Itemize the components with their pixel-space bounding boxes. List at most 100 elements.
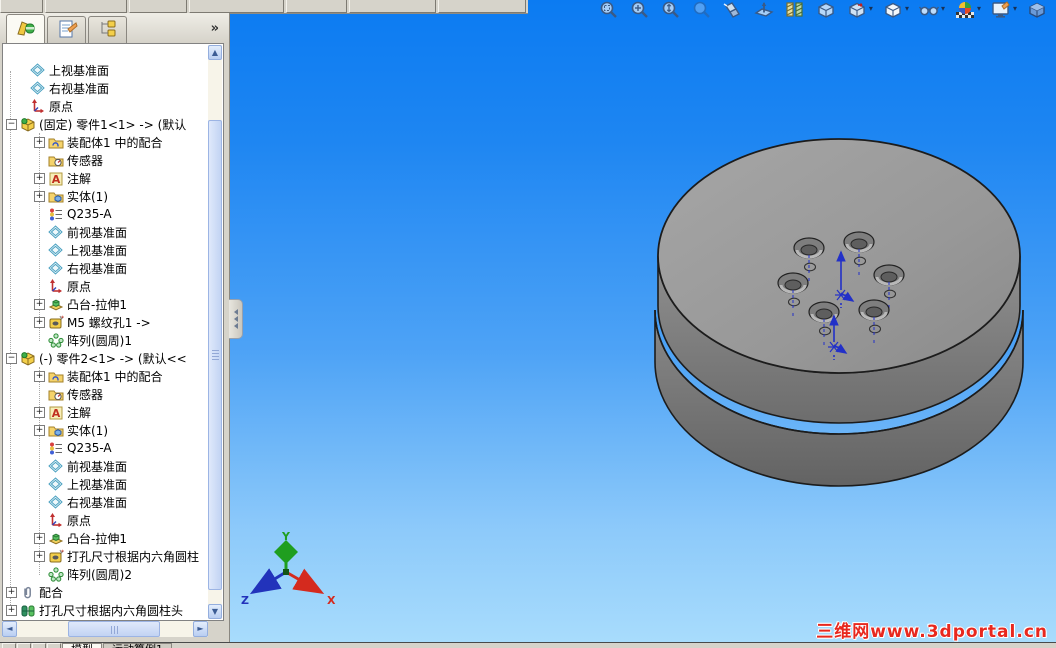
circular-pattern-icon [48, 566, 64, 582]
expand-toggle[interactable]: + [34, 190, 45, 202]
toolbar-button[interactable]: 普通设计 [348, 0, 437, 13]
tree-item[interactable]: + 配合 [3, 583, 208, 601]
tab-scroll-button[interactable]: ‹ [17, 643, 31, 648]
toolbar-button[interactable]: 草图工具 [44, 0, 127, 13]
tree-item[interactable]: + * M5 螺纹孔1 -> [3, 313, 208, 331]
tree-item[interactable]: 右视基准面 [3, 79, 208, 97]
flashlight-icon[interactable] [722, 0, 744, 21]
tab-scroll-button[interactable]: » [47, 643, 61, 648]
dropdown-arrow-icon[interactable]: ▾ [941, 0, 945, 18]
expand-toggle[interactable]: + [6, 586, 17, 598]
tree-item[interactable]: + 凸台-拉伸1 [3, 295, 208, 313]
hole-wizard-icon: * [48, 549, 64, 564]
display-state-icon[interactable]: ▾ [846, 0, 873, 21]
expand-toggle[interactable]: + [34, 532, 45, 544]
tree-item[interactable]: 原点 [3, 97, 208, 115]
tree-item[interactable]: − (-) 零件2<1> -> (默认<< [3, 349, 208, 367]
top-toolbar: 布局 草图工具 评估 分析工具集 电气 普通设计 高级设计 [0, 0, 528, 14]
tree-item[interactable]: + 实体(1) [3, 421, 208, 439]
hide-show-items-icon[interactable]: ▾ [918, 0, 945, 21]
zoom-to-fit-icon[interactable] [598, 0, 620, 21]
toolbar-button[interactable]: 分析工具集 [189, 0, 285, 13]
dropdown-arrow-icon[interactable]: ▾ [1013, 0, 1017, 18]
expand-toggle[interactable]: − [6, 352, 17, 364]
normal-to-icon[interactable] [753, 0, 775, 21]
tree-item[interactable]: − (固定) 零件1<1> -> (默认 [3, 115, 208, 133]
tree-item-label: 打孔尺寸根据内六角圆柱头 [39, 603, 184, 618]
tree-item[interactable]: + 装配体1 中的配合 [3, 133, 208, 151]
svg-text:*: * [61, 315, 64, 322]
tree-item-label: Q235-A [67, 441, 112, 455]
tab-scroll-button[interactable]: › [32, 643, 46, 648]
scroll-down-arrow[interactable]: ▼ [208, 604, 222, 619]
expand-toggle[interactable]: + [34, 424, 45, 436]
tree-horizontal-scrollbar[interactable]: ◄ ► [2, 621, 208, 637]
tab-model[interactable]: 模型 [62, 643, 102, 648]
tab-scroll-button[interactable]: « [2, 643, 16, 648]
tree-item[interactable]: 上视基准面 [3, 241, 208, 259]
zoom-to-selection-icon[interactable] [691, 0, 713, 21]
scroll-up-arrow[interactable]: ▲ [208, 45, 222, 60]
dropdown-arrow-icon[interactable]: ▾ [905, 0, 909, 18]
expand-toggle[interactable]: + [34, 172, 45, 184]
view-orientation-cube-icon[interactable] [815, 0, 837, 21]
toolbar-button[interactable]: 评估 [128, 0, 188, 13]
toolbar-button[interactable]: 高级设计 [438, 0, 527, 13]
expand-toggle[interactable]: + [34, 406, 45, 418]
tree-item[interactable]: 前视基准面 [3, 457, 208, 475]
expand-toggle[interactable]: + [34, 316, 45, 328]
tree-item[interactable]: + * 打孔尺寸根据内六角圆柱 [3, 547, 208, 565]
apply-scene-icon[interactable]: ▾ [954, 0, 981, 21]
tree-item[interactable]: + A 注解 [3, 403, 208, 421]
tree-item[interactable]: 原点 [3, 511, 208, 529]
dropdown-arrow-icon[interactable]: ▾ [869, 0, 873, 18]
tree-item[interactable]: 传感器 [3, 151, 208, 169]
view-settings-icon[interactable]: ▾ [990, 0, 1017, 21]
tree-item[interactable]: Q235-A [3, 205, 208, 223]
tree-vertical-scrollbar[interactable]: ▲ ▼ [208, 45, 222, 619]
expand-toggle[interactable]: + [6, 604, 17, 616]
dropdown-arrow-icon[interactable]: ▾ [977, 0, 981, 18]
scrollbar-thumb[interactable] [208, 120, 222, 590]
scroll-right-arrow[interactable]: ► [193, 621, 208, 637]
expand-toggle[interactable]: − [6, 118, 17, 130]
tree-item[interactable]: 传感器 [3, 385, 208, 403]
zoom-to-area-icon[interactable] [629, 0, 651, 21]
tree-item[interactable]: + 凸台-拉伸1 [3, 529, 208, 547]
shaded-cube-icon[interactable] [1026, 0, 1048, 21]
tree-item[interactable]: + 装配体1 中的配合 [3, 367, 208, 385]
expand-toggle[interactable]: + [34, 298, 45, 310]
propertymanager-tab[interactable] [47, 16, 86, 43]
tree-item[interactable]: + 实体(1) [3, 187, 208, 205]
featuremanager-tab[interactable] [6, 14, 45, 43]
feature-tree[interactable]: 上视基准面 右视基准面 原点 − (固定) 零件1<1> -> (默认 + 装配体1 中的配… [2, 43, 224, 621]
tree-item[interactable]: 前视基准面 [3, 223, 208, 241]
tree-item[interactable]: 上视基准面 [3, 475, 208, 493]
tab-motion-study[interactable]: 运动算例1 [103, 643, 172, 648]
tree-item-label: M5 螺纹孔1 -> [67, 315, 151, 330]
tree-item[interactable]: + A 注解 [3, 169, 208, 187]
toolbar-button[interactable]: 电气 [286, 0, 347, 13]
tree-item[interactable]: 原点 [3, 277, 208, 295]
scrollbar-thumb[interactable] [68, 621, 160, 637]
tree-item[interactable]: 右视基准面 [3, 493, 208, 511]
tree-item[interactable]: 上视基准面 [3, 61, 208, 79]
expand-toggle[interactable]: + [34, 136, 45, 148]
toolbar-button[interactable]: 布局 [0, 0, 43, 13]
section-view-icon[interactable] [784, 0, 806, 21]
configurationmanager-tab[interactable] [88, 16, 127, 43]
tree-item[interactable]: 阵列(圆周)2 [3, 565, 208, 583]
expand-toggle[interactable]: + [34, 550, 45, 562]
panel-collapse-handle[interactable] [229, 299, 243, 339]
expand-toggle[interactable]: + [34, 370, 45, 382]
display-style-icon[interactable]: ▾ [882, 0, 909, 21]
tree-item-label: 凸台-拉伸1 [67, 297, 127, 312]
scroll-left-arrow[interactable]: ◄ [2, 621, 17, 637]
zoom-in-out-icon[interactable] [660, 0, 682, 21]
tree-item[interactable]: 阵列(圆周)1 [3, 331, 208, 349]
tree-item[interactable]: Q235-A [3, 439, 208, 457]
graphics-viewport[interactable]: Y X Z ▾ ▾ ▾ ▾ ▾ 三维网www.3dportal.cn [229, 0, 1056, 642]
panel-tabs-overflow-chevron[interactable]: » [211, 21, 219, 36]
tree-item[interactable]: 右视基准面 [3, 259, 208, 277]
tree-item[interactable]: + 打孔尺寸根据内六角圆柱头 [3, 601, 208, 619]
